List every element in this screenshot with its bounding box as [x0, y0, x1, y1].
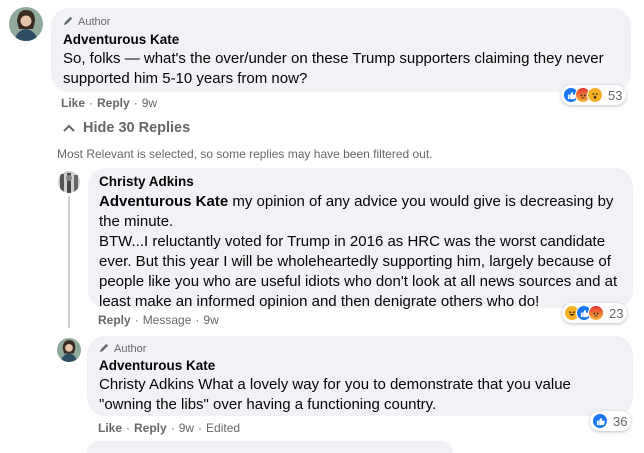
reply-actions: Reply · Message · 9w [98, 313, 219, 327]
comment-text: So, folks — what's the over/under on the… [63, 50, 604, 87]
pencil-icon [63, 15, 74, 29]
avatar[interactable] [57, 338, 81, 362]
commenter-name[interactable]: Adventurous Kate [63, 32, 619, 47]
reply-actions: Like · Reply · 9w · Edited [98, 421, 241, 435]
commenter-name[interactable]: Christy Adkins [99, 174, 622, 189]
reply-text: Christy Adkins What a lovely way for you… [99, 376, 571, 413]
author-badge-label: Author [114, 343, 147, 355]
reply-button[interactable]: Reply [97, 96, 130, 110]
avatar[interactable] [9, 7, 43, 41]
timestamp[interactable]: 9w [142, 96, 157, 110]
wow-icon [587, 87, 603, 103]
like-button[interactable]: Like [98, 421, 122, 435]
like-icon [592, 413, 608, 429]
author-badge-label: Author [78, 16, 111, 28]
reaction-count: 53 [608, 87, 623, 103]
timestamp[interactable]: 9w [179, 421, 194, 435]
reply-button[interactable]: Reply [98, 313, 131, 327]
reply-text: Adventurous Kate my opinion of any advic… [99, 192, 622, 232]
reply-bubble: Christy Adkins Adventurous Kate my opini… [88, 168, 633, 310]
reaction-summary[interactable]: 36 [590, 411, 632, 431]
filter-note: Most Relevant is selected, so some repli… [57, 147, 433, 161]
reaction-summary[interactable]: 53 [561, 85, 627, 105]
reply-bubble: Author Adventurous Kate Christy Adkins W… [87, 336, 633, 416]
reaction-summary[interactable]: 23 [562, 303, 628, 323]
angry-icon [588, 305, 604, 321]
mention-link[interactable]: Adventurous Kate [99, 193, 228, 210]
pencil-icon [99, 342, 110, 356]
message-button[interactable]: Message [143, 313, 192, 327]
like-button[interactable]: Like [61, 96, 85, 110]
avatar[interactable] [58, 171, 80, 193]
hide-replies-label: Hide 30 Replies [83, 120, 191, 136]
commenter-name[interactable]: Adventurous Kate [99, 358, 621, 373]
hide-replies-button[interactable]: Hide 30 Replies [63, 120, 190, 136]
timestamp[interactable]: 9w [203, 313, 218, 327]
author-badge: Author [99, 342, 621, 356]
reaction-count: 36 [613, 413, 628, 429]
author-badge: Author [63, 15, 619, 29]
thread-line [68, 196, 70, 328]
edited-label: Edited [206, 421, 241, 435]
comment-actions: Like · Reply · 9w [61, 96, 158, 110]
next-reply-bubble [87, 441, 453, 453]
reaction-count: 23 [609, 305, 624, 321]
chevron-up-icon [63, 120, 75, 136]
reply-button[interactable]: Reply [134, 421, 167, 435]
comment-bubble: Author Adventurous Kate So, folks — what… [51, 8, 631, 92]
reply-text-rest: BTW...I reluctantly voted for Trump in 2… [99, 233, 618, 310]
